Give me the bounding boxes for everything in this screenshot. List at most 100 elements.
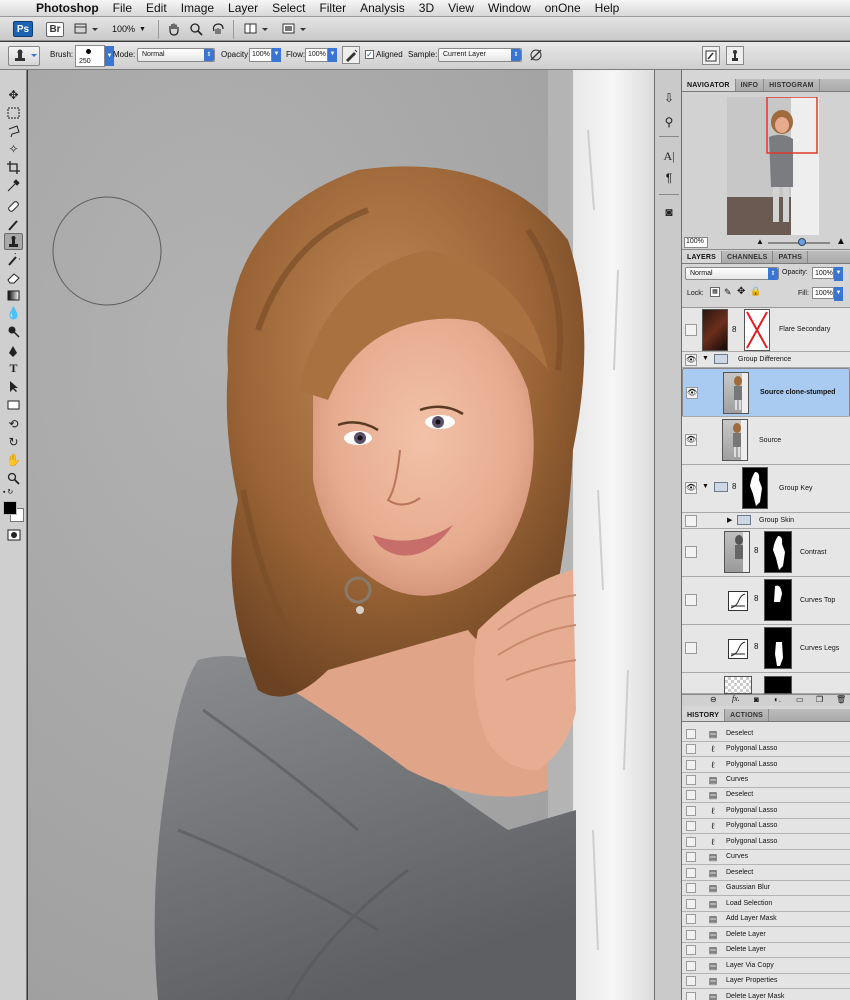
history-item[interactable]: ▤ Delete Layer (682, 928, 850, 943)
history-item[interactable]: ▤ Deselect (682, 727, 850, 742)
layer-row-selected[interactable]: 👁 Source clone-stumped (682, 368, 850, 417)
adjustment-layer-icon[interactable]: ◐. (774, 695, 781, 704)
history-item[interactable]: ▤ Delete Layer (682, 943, 850, 958)
history-item[interactable]: ▤ Layer Via Copy (682, 959, 850, 974)
history-item[interactable]: ▤ Gaussian Blur (682, 881, 850, 896)
history-item[interactable]: ▤ Curves (682, 850, 850, 865)
aligned-checkbox[interactable]: ✓ (365, 50, 374, 59)
history-item[interactable]: ℓ Polygonal Lasso (682, 804, 850, 819)
history-item[interactable]: ▤ Curves (682, 773, 850, 788)
layer-row[interactable]: 8 Flare Secondary (682, 308, 850, 352)
magic-wand-tool-icon[interactable]: ✧ (4, 141, 23, 158)
rectangle-tool-icon[interactable] (4, 396, 23, 413)
hand-tool-icon[interactable]: ✋ (4, 452, 23, 469)
history-item[interactable]: ℓ Polygonal Lasso (682, 835, 850, 850)
ignore-adjustment-layers-button[interactable] (528, 47, 544, 63)
healing-brush-tool-icon[interactable] (4, 198, 23, 215)
layer-visibility-toggle[interactable] (685, 324, 697, 336)
zoom-tool-button[interactable] (187, 20, 205, 38)
arrange-documents-dropdown[interactable] (242, 20, 270, 38)
layer-opacity-field[interactable]: 100% ▼ (812, 267, 843, 281)
clone-source-icon[interactable]: ⚲ (661, 114, 677, 130)
history-snapshot-checkbox[interactable] (686, 760, 696, 770)
layer-group-row[interactable]: 👁 ▼ 8 Group Key (682, 465, 850, 513)
history-snapshot-checkbox[interactable] (686, 992, 696, 1000)
crop-tool-icon[interactable] (4, 159, 23, 176)
menu-filter[interactable]: Filter (313, 1, 354, 15)
menu-select[interactable]: Select (266, 1, 313, 15)
history-snapshot-checkbox[interactable] (686, 945, 696, 955)
menu-edit[interactable]: Edit (140, 1, 175, 15)
menu-3d[interactable]: 3D (413, 1, 442, 15)
eye-icon[interactable]: 👁 (685, 354, 697, 366)
tab-channels[interactable]: CHANNELS (722, 251, 774, 263)
lasso-tool-icon[interactable] (4, 123, 23, 140)
history-item[interactable]: ℓ Polygonal Lasso (682, 742, 850, 757)
rotate-view-button[interactable] (209, 20, 227, 38)
dodge-tool-icon[interactable] (4, 323, 23, 340)
navigator-zoom-field[interactable]: 100% (684, 237, 708, 248)
history-item[interactable]: ▤ Deselect (682, 866, 850, 881)
menu-view[interactable]: View (442, 1, 482, 15)
layer-group-row[interactable]: ▶ Group Skin (682, 513, 850, 529)
history-item[interactable]: ℓ Polygonal Lasso (682, 758, 850, 773)
pen-tool-icon[interactable] (4, 343, 23, 360)
zoom-out-icon[interactable]: ▲ (756, 237, 764, 246)
path-selection-tool-icon[interactable] (4, 378, 23, 395)
tab-info[interactable]: INFO (736, 79, 765, 91)
airbrush-button[interactable] (342, 46, 360, 64)
ps-badge[interactable]: Ps (13, 21, 33, 37)
marquee-tool-icon[interactable] (4, 105, 23, 122)
menu-analysis[interactable]: Analysis (354, 1, 413, 15)
history-item[interactable]: ▤ Load Selection (682, 897, 850, 912)
tab-histogram[interactable]: HISTOGRAM (764, 79, 820, 91)
menu-help[interactable]: Help (589, 1, 628, 15)
hand-tool-button[interactable] (165, 20, 183, 38)
blur-tool-icon[interactable]: 💧 (4, 305, 23, 322)
lock-transparency-icon[interactable]: ▦ (710, 287, 720, 297)
layer-row[interactable]: 8 Curves Top (682, 577, 850, 625)
link-layers-icon[interactable]: ⊖ (710, 695, 717, 704)
camera-icon[interactable]: ◙ (661, 204, 677, 220)
lock-position-icon[interactable]: ✥ (737, 286, 745, 297)
menu-image[interactable]: Image (175, 1, 222, 15)
clone-source-panel-button[interactable] (726, 46, 744, 65)
disclosure-triangle-right-icon[interactable]: ▶ (727, 516, 732, 524)
tab-actions[interactable]: ACTIONS (725, 709, 770, 721)
document-canvas[interactable] (28, 70, 654, 1000)
eye-icon[interactable]: 👁 (685, 434, 697, 446)
history-snapshot-checkbox[interactable] (686, 821, 696, 831)
view-extras-dropdown[interactable] (72, 20, 100, 38)
disclosure-triangle-icon[interactable]: ▼ (702, 355, 709, 362)
history-item[interactable]: ▤ Layer Properties (682, 974, 850, 989)
move-tool-icon[interactable]: ✥ (4, 87, 23, 104)
opacity-field[interactable]: 100% ▼ (249, 48, 281, 62)
bridge-button[interactable]: Br (46, 22, 64, 37)
quick-mask-icon[interactable] (4, 527, 23, 544)
layer-row[interactable]: 8 Curves Legs (682, 625, 850, 673)
layer-visibility-toggle[interactable] (685, 642, 697, 654)
history-snapshot-checkbox[interactable] (686, 790, 696, 800)
layer-row-partial[interactable] (682, 673, 850, 694)
layer-row[interactable]: 👁 Source (682, 417, 850, 465)
eraser-tool-icon[interactable] (4, 269, 23, 286)
history-item[interactable]: ▤ Delete Layer Mask (682, 990, 850, 1000)
trash-icon[interactable]: 🗑 (836, 695, 846, 704)
layer-style-icon[interactable]: fx. (732, 694, 740, 703)
history-item[interactable]: ℓ Polygonal Lasso (682, 819, 850, 834)
screen-mode-dropdown[interactable] (280, 20, 308, 38)
layer-visibility-toggle[interactable] (685, 515, 697, 527)
eyedropper-tool-icon[interactable] (4, 177, 23, 194)
history-snapshot-checkbox[interactable] (686, 899, 696, 909)
menu-layer[interactable]: Layer (222, 1, 266, 15)
clone-stamp-tool-icon[interactable] (4, 233, 23, 250)
swap-colors-icon[interactable]: ▪ ↻ (3, 488, 25, 498)
layer-visibility-toggle[interactable] (685, 594, 697, 606)
menu-file[interactable]: File (107, 1, 140, 15)
add-mask-icon[interactable]: ◙ (754, 695, 759, 704)
history-snapshot-checkbox[interactable] (686, 806, 696, 816)
navigator-thumbnail[interactable] (727, 97, 819, 235)
history-brush-tool-icon[interactable] (4, 250, 24, 268)
mode-dropdown[interactable]: Normal ⇕ (137, 48, 215, 62)
history-snapshot-checkbox[interactable] (686, 852, 696, 862)
